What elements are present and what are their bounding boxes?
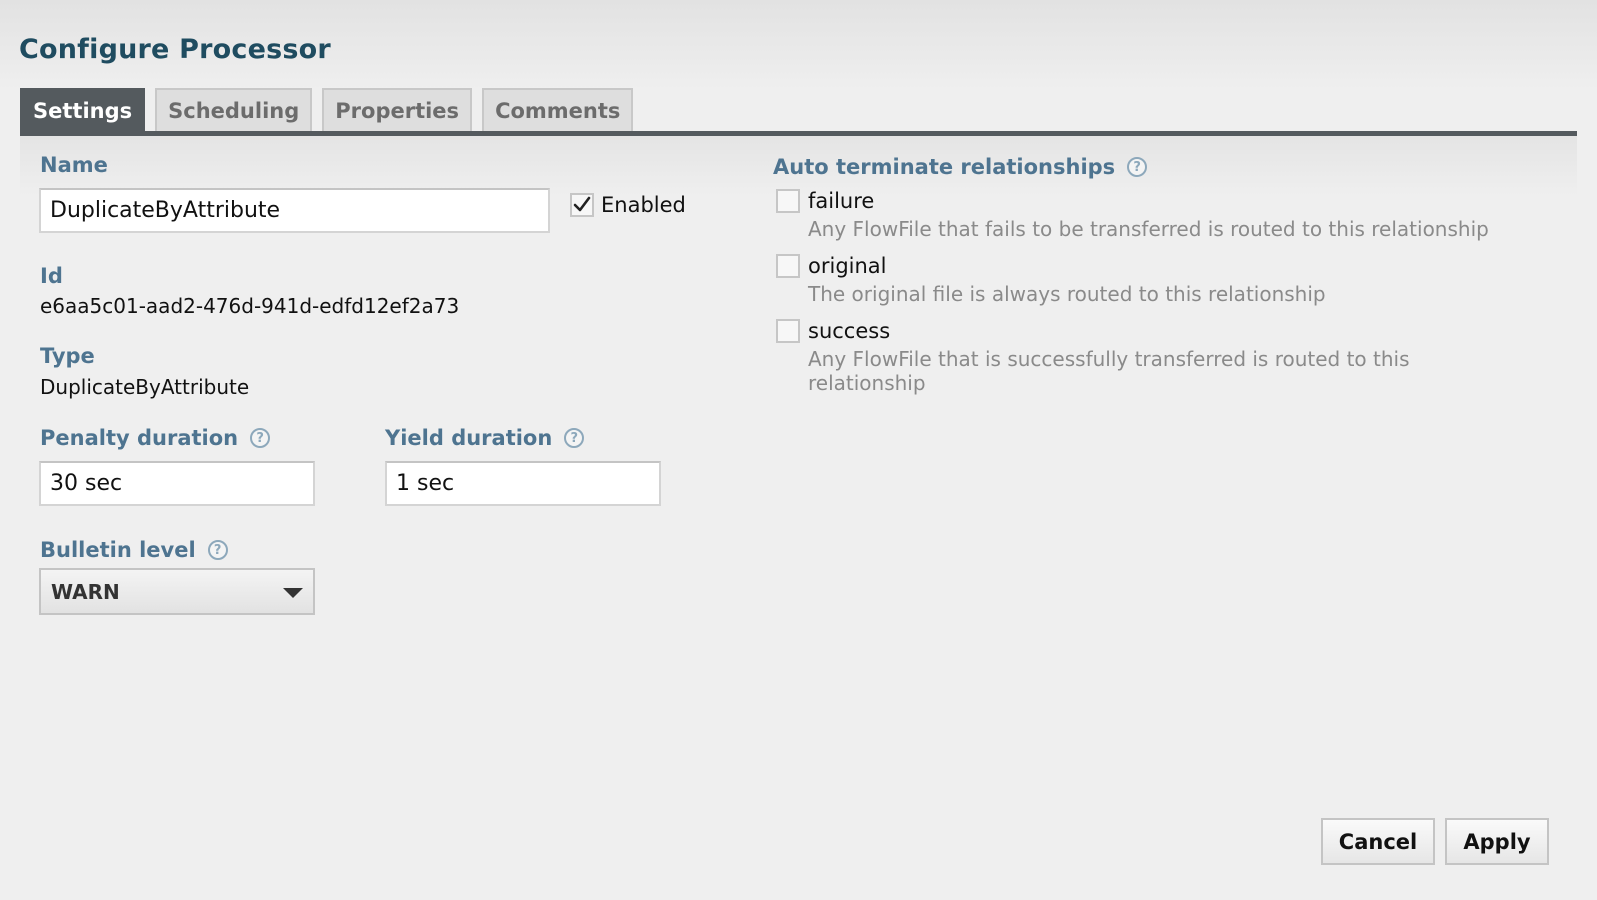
help-icon[interactable]: ? <box>1127 157 1148 177</box>
yield-duration-label-text: Yield duration <box>385 426 553 450</box>
id-value: e6aa5c01-aad2-476d-941d-edfd12ef2a73 <box>40 294 460 318</box>
penalty-duration-label: Penalty duration ? <box>40 426 271 450</box>
type-label-text: Type <box>40 344 95 368</box>
dialog-title: Configure Processor <box>19 34 331 65</box>
enabled-checkbox[interactable] <box>570 193 594 217</box>
type-value: DuplicateByAttribute <box>40 375 250 399</box>
tab-bar: Settings Scheduling Properties Comments <box>20 88 634 131</box>
help-icon[interactable]: ? <box>207 540 228 560</box>
name-input[interactable] <box>39 188 550 233</box>
relationship-success-name: success <box>808 319 891 343</box>
name-label: Name <box>40 153 108 177</box>
type-label: Type <box>40 344 95 368</box>
penalty-duration-label-text: Penalty duration <box>40 426 239 450</box>
relationship-failure-name: failure <box>808 189 875 213</box>
checkmark-icon <box>573 196 591 212</box>
bulletin-level-select[interactable]: WARN <box>39 568 315 615</box>
settings-panel: Name Enabled Id e6aa5c01-aad2-476d-941d-… <box>20 136 1577 876</box>
help-icon[interactable]: ? <box>250 428 271 448</box>
auto-terminate-label-text: Auto terminate relationships <box>773 155 1116 179</box>
id-label-text: Id <box>40 264 63 288</box>
help-icon[interactable]: ? <box>564 428 585 448</box>
bulletin-level-label: Bulletin level ? <box>40 538 228 562</box>
enabled-label: Enabled <box>601 193 686 217</box>
relationship-original-checkbox[interactable] <box>776 254 800 278</box>
tab-scheduling[interactable]: Scheduling <box>155 88 313 131</box>
name-label-text: Name <box>40 153 108 177</box>
relationship-success-checkbox[interactable] <box>776 319 800 343</box>
apply-button[interactable]: Apply <box>1445 818 1549 865</box>
bulletin-level-label-text: Bulletin level <box>40 538 196 562</box>
yield-duration-label: Yield duration ? <box>385 426 585 450</box>
tab-properties[interactable]: Properties <box>322 88 473 131</box>
auto-terminate-label: Auto terminate relationships ? <box>773 155 1148 179</box>
tab-settings[interactable]: Settings <box>20 88 146 131</box>
id-label: Id <box>40 264 63 288</box>
chevron-down-icon <box>283 588 303 598</box>
penalty-duration-input[interactable] <box>39 461 315 506</box>
bulletin-level-value: WARN <box>51 579 120 604</box>
relationship-original-name: original <box>808 254 887 278</box>
relationship-failure-checkbox[interactable] <box>776 189 800 213</box>
relationship-failure-description: Any FlowFile that fails to be transferre… <box>808 217 1489 241</box>
cancel-button[interactable]: Cancel <box>1321 818 1435 865</box>
yield-duration-input[interactable] <box>385 461 661 506</box>
relationship-original-description: The original file is always routed to th… <box>808 282 1326 306</box>
relationship-success-description: Any FlowFile that is successfully transf… <box>808 347 1410 395</box>
tab-comments[interactable]: Comments <box>482 88 634 131</box>
